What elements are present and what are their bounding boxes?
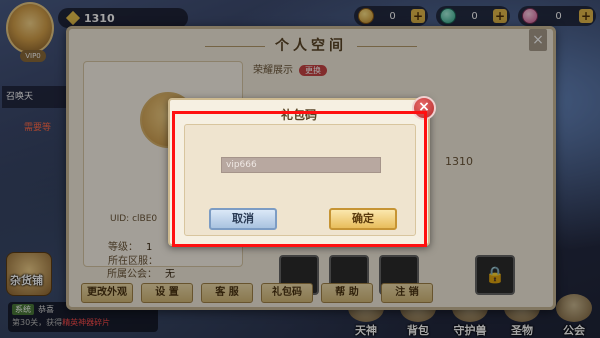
gift-code-input[interactable] (221, 157, 381, 173)
dialog-title: 礼包码 (280, 108, 317, 122)
confirm-button[interactable]: 确定 (329, 208, 397, 230)
dialog-close-button[interactable]: × (412, 96, 436, 120)
cancel-button[interactable]: 取消 (209, 208, 277, 230)
dialog-body: 取消 确定 (184, 124, 416, 236)
gift-code-dialog: 礼包码 取消 确定 (168, 98, 430, 246)
